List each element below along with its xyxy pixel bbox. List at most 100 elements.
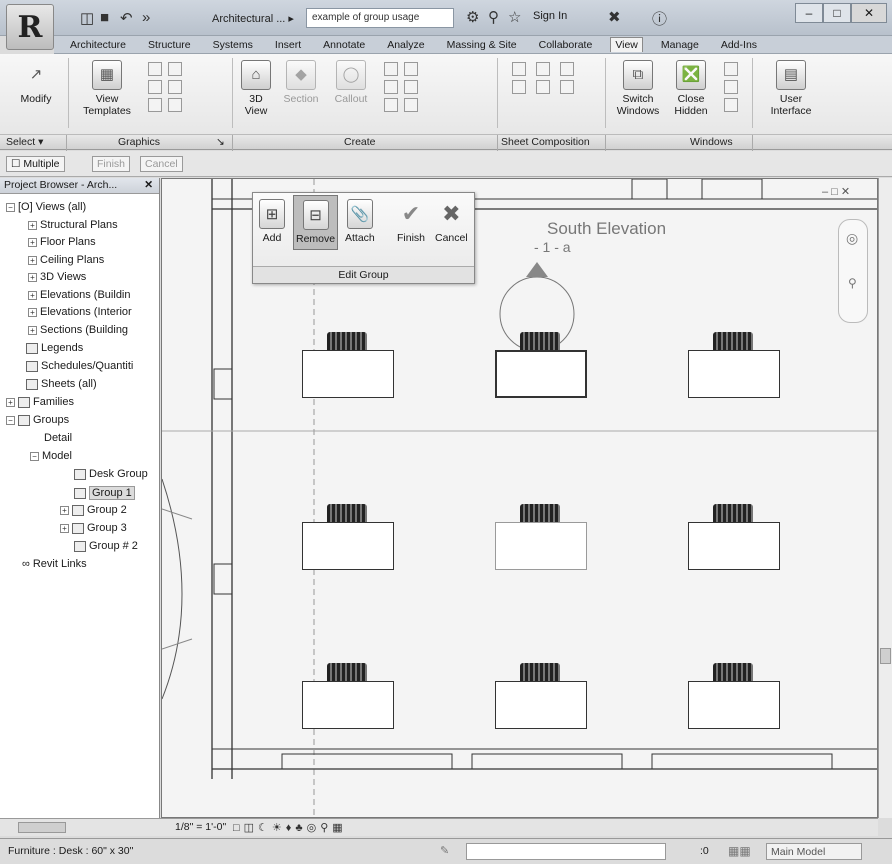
chair-symbol[interactable] xyxy=(327,663,367,681)
cut-profile-icon[interactable] xyxy=(148,98,162,112)
chair-symbol[interactable] xyxy=(713,504,753,522)
desk[interactable] xyxy=(688,522,780,570)
tree-item-elevations-interior[interactable]: + Elevations (Interior xyxy=(28,306,132,318)
press-drag-icon[interactable]: ✎ xyxy=(440,844,449,857)
tab-structure[interactable]: Structure xyxy=(144,38,195,52)
chair-symbol[interactable] xyxy=(520,663,560,681)
tree-item-group-2[interactable]: + Group 2 xyxy=(60,504,127,516)
tree-item-model[interactable]: − Model xyxy=(30,450,72,462)
chair-symbol[interactable] xyxy=(520,504,560,522)
expand-icon[interactable]: + xyxy=(60,505,69,515)
tree-item-structural-plans[interactable]: + Structural Plans xyxy=(28,219,118,231)
tree-item-legends[interactable]: Legends xyxy=(26,342,83,354)
tab-annotate[interactable]: Annotate xyxy=(319,38,369,52)
desk[interactable] xyxy=(302,681,394,729)
application-menu-button[interactable]: R xyxy=(6,4,54,50)
tree-item-schedules[interactable]: Schedules/Quantiti xyxy=(26,360,133,372)
visibility-icon[interactable] xyxy=(148,62,162,76)
key-icon[interactable]: ⚲ xyxy=(488,8,499,26)
replicate-icon[interactable] xyxy=(724,62,738,76)
help-icon[interactable]: ⓘ xyxy=(652,8,667,29)
scroll-thumb[interactable] xyxy=(18,822,66,833)
tab-collaborate[interactable]: Collaborate xyxy=(535,38,597,52)
desk[interactable] xyxy=(688,681,780,729)
expand-icon[interactable]: + xyxy=(28,307,37,317)
close-button[interactable]: ✕ xyxy=(851,3,887,23)
close-hidden-button[interactable]: ❎ Close Hidden xyxy=(670,60,712,117)
title-block-icon[interactable] xyxy=(536,62,550,76)
3d-view-button[interactable]: ⌂ 3D View xyxy=(238,60,274,117)
binoculars-icon[interactable]: ⚙ xyxy=(466,8,479,26)
desk[interactable] xyxy=(302,522,394,570)
exchange-icon[interactable]: ✖ xyxy=(608,8,621,26)
drafting-icon[interactable] xyxy=(384,80,398,94)
tree-item-desk-group[interactable]: Desk Group xyxy=(74,468,148,480)
tree-item-detail[interactable]: Detail xyxy=(44,432,72,444)
tab-view[interactable]: View xyxy=(610,37,643,52)
finish-button[interactable]: Finish xyxy=(92,156,131,172)
zoom-icon[interactable]: ⚲ xyxy=(848,276,857,290)
tree-item-elevations-building[interactable]: + Elevations (Buildin xyxy=(28,289,131,301)
desk[interactable] xyxy=(495,681,587,729)
tree-item-sections-building[interactable]: + Sections (Building xyxy=(28,324,128,336)
tab-systems[interactable]: Systems xyxy=(209,38,257,52)
collapse-icon[interactable]: − xyxy=(30,451,39,461)
expand-icon[interactable]: + xyxy=(60,523,69,533)
chair-symbol[interactable] xyxy=(327,504,367,522)
desk-selected[interactable] xyxy=(495,350,587,398)
guide-grid-icon[interactable] xyxy=(560,80,574,94)
multiple-checkbox[interactable]: ☐ Multiple xyxy=(6,156,65,172)
tree-item-families[interactable]: + Families xyxy=(6,396,74,408)
infocenter-search-input[interactable]: example of group usage xyxy=(306,8,454,28)
thin-lines-icon[interactable] xyxy=(148,80,162,94)
show-hidden-icon[interactable] xyxy=(168,80,182,94)
cancel-group-button[interactable]: ✖ Cancel xyxy=(435,199,468,244)
tab-add-ins[interactable]: Add-Ins xyxy=(717,38,761,52)
chair-symbol[interactable] xyxy=(713,332,753,350)
chair-symbol[interactable] xyxy=(520,332,560,350)
browser-horizontal-scrollbar[interactable] xyxy=(0,818,161,836)
elevation-icon[interactable] xyxy=(404,62,418,76)
tree-item-floor-plans[interactable]: + Floor Plans xyxy=(28,236,96,248)
select-panel-dropdown[interactable]: Select ▾ xyxy=(6,136,43,148)
expand-icon[interactable]: + xyxy=(28,325,37,335)
desk-excluded[interactable] xyxy=(495,522,587,570)
tab-massing-site[interactable]: Massing & Site xyxy=(443,38,521,52)
tree-item-group-1[interactable]: Group 1 xyxy=(74,486,135,500)
tab-analyze[interactable]: Analyze xyxy=(383,38,428,52)
scroll-thumb[interactable] xyxy=(880,648,891,664)
collapse-icon[interactable]: − xyxy=(6,202,15,212)
cancel-button[interactable]: Cancel xyxy=(140,156,183,172)
view-templates-button[interactable]: ▦ View Templates xyxy=(80,60,134,117)
chair-symbol[interactable] xyxy=(713,663,753,681)
tab-insert[interactable]: Insert xyxy=(271,38,305,52)
tree-item-group-3[interactable]: + Group 3 xyxy=(60,522,127,534)
design-option-select[interactable]: Main Model xyxy=(766,843,862,860)
view-control-icons[interactable]: □◫☾☀♦♣◎⚲▦ xyxy=(233,821,347,834)
panel-expand-icon[interactable]: ↘ xyxy=(216,136,225,148)
collapse-icon[interactable]: − xyxy=(6,415,15,425)
sheet-icon[interactable] xyxy=(512,62,526,76)
expand-icon[interactable]: + xyxy=(28,290,37,300)
tab-architecture[interactable]: Architecture xyxy=(66,38,130,52)
view-window-controls[interactable]: – □ ✕ xyxy=(822,185,850,198)
view-scale[interactable]: 1/8" = 1'-0" xyxy=(175,821,226,833)
expand-icon[interactable]: + xyxy=(28,220,37,230)
attach-button[interactable]: 📎 Attach xyxy=(345,199,375,244)
callout-button[interactable]: ◯ Callout xyxy=(330,60,372,105)
switch-windows-button[interactable]: ⧉ Switch Windows xyxy=(614,60,662,117)
tree-item-views-all[interactable]: − [O] Views (all) xyxy=(6,201,86,213)
view-icon[interactable] xyxy=(512,80,526,94)
plan-views-icon[interactable] xyxy=(384,62,398,76)
expand-icon[interactable]: + xyxy=(28,255,37,265)
undo-icon[interactable]: ↶ xyxy=(120,9,133,27)
matchline-icon[interactable] xyxy=(560,62,574,76)
workset-field[interactable] xyxy=(466,843,666,860)
desk[interactable] xyxy=(302,350,394,398)
render-icon[interactable] xyxy=(168,98,182,112)
cascade-icon[interactable] xyxy=(724,80,738,94)
sign-in-link[interactable]: Sign In xyxy=(533,10,567,22)
desk[interactable] xyxy=(688,350,780,398)
chair-symbol[interactable] xyxy=(327,332,367,350)
save-icon[interactable]: ■ xyxy=(100,9,109,26)
